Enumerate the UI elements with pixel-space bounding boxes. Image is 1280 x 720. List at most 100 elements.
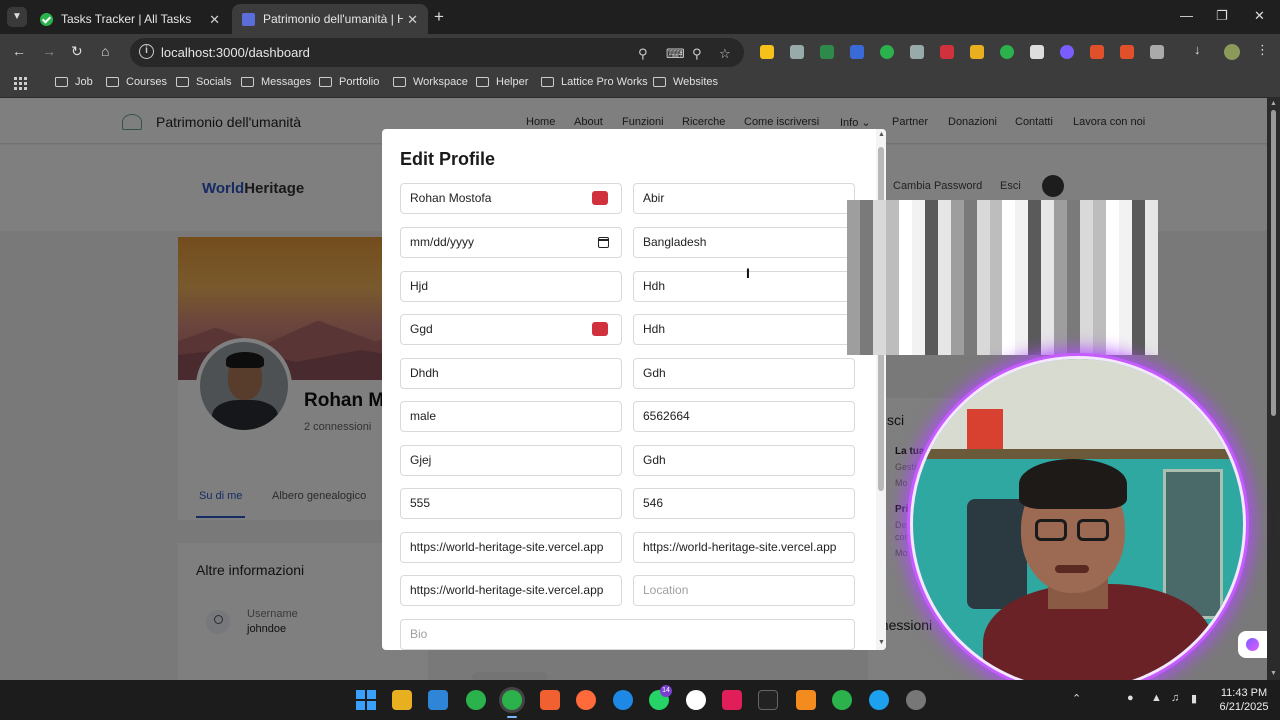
calendar-icon[interactable] [598, 237, 609, 248]
chrome-active-icon[interactable] [502, 690, 522, 710]
bookmark-workspace[interactable]: Workspace [393, 76, 468, 88]
download-icon[interactable]: ↓ [1194, 42, 1208, 57]
forward-icon[interactable]: → [42, 43, 56, 59]
country-input[interactable]: Bangladesh [633, 227, 855, 258]
minimize-icon[interactable]: — [1180, 8, 1193, 23]
birthdate-input[interactable]: mm/dd/yyyy [400, 227, 622, 258]
back-icon[interactable]: ← [12, 43, 26, 59]
translate-icon[interactable]: ⌨ [666, 46, 685, 62]
gender-input[interactable]: male [400, 401, 622, 432]
vscode-icon[interactable] [428, 690, 448, 710]
xampp-icon[interactable] [796, 690, 816, 710]
bookmark-courses[interactable]: Courses [106, 76, 167, 88]
assistant-float-button[interactable] [1238, 631, 1267, 658]
field-right-8[interactable]: 546 [633, 488, 855, 519]
window-close-icon[interactable]: ✕ [1254, 8, 1265, 24]
extension-notes-icon[interactable] [760, 45, 774, 59]
extension-vue-icon[interactable] [820, 45, 834, 59]
bookmark-helper[interactable]: Helper [476, 76, 528, 88]
scrollbar-thumb[interactable] [1271, 110, 1276, 416]
url-text[interactable]: localhost:3000/dashboard [161, 45, 310, 60]
location-input[interactable]: Location [633, 575, 855, 606]
postman-icon[interactable] [576, 690, 596, 710]
key-icon[interactable]: ⚲ [638, 46, 648, 62]
slack-icon[interactable] [722, 690, 742, 710]
mosaic-cell [1132, 342, 1146, 355]
site-info-icon[interactable]: i [139, 44, 154, 59]
volume-icon[interactable]: ♫ [1171, 692, 1179, 704]
extensions-puzzle-icon[interactable] [1150, 45, 1164, 59]
close-tab-icon[interactable]: ✕ [407, 12, 418, 28]
file-explorer-icon[interactable] [392, 690, 412, 710]
taskbar-clock[interactable]: 11:43 PM 6/21/2025 [1212, 686, 1276, 714]
bookmark-messages[interactable]: Messages [241, 76, 311, 88]
extension-pen-icon[interactable] [970, 45, 984, 59]
extension-purple-icon[interactable] [1060, 45, 1074, 59]
reload-icon[interactable]: ↻ [71, 43, 83, 60]
scroll-down-icon[interactable]: ▼ [1270, 670, 1277, 677]
field-right-7[interactable]: Gdh [633, 445, 855, 476]
tab-patrimonio[interactable]: Patrimonio dell'umanità | Herita ✕ [232, 4, 428, 34]
extension-fire-icon[interactable] [1090, 45, 1104, 59]
field-right-4[interactable]: Hdh [633, 314, 855, 345]
last-name-input[interactable]: Abir [633, 183, 855, 214]
field-left-7[interactable]: Gjej [400, 445, 622, 476]
scroll-up-icon[interactable]: ▲ [1270, 100, 1277, 107]
bio-textarea[interactable]: Bio [400, 619, 855, 650]
tab-tasks-tracker[interactable]: Tasks Tracker | All Tasks ✕ [30, 4, 230, 34]
phone-input[interactable]: 6562664 [633, 401, 855, 432]
extension-x-icon[interactable] [1030, 45, 1044, 59]
wifi-icon[interactable]: ▲ [1151, 692, 1162, 704]
field-right-3[interactable]: Hdh [633, 271, 855, 302]
field-left-5[interactable]: Dhdh [400, 358, 622, 389]
menu-dots-icon[interactable]: ⋮ [1256, 42, 1270, 57]
bookmark-star-icon[interactable]: ☆ [719, 46, 731, 62]
home-icon[interactable]: ⌂ [101, 43, 109, 59]
chrome-profile-icon[interactable] [832, 690, 852, 710]
extension-grammarly-icon[interactable] [880, 45, 894, 59]
brave-icon[interactable] [540, 690, 560, 710]
bookmark-socials[interactable]: Socials [176, 76, 231, 88]
page-scrollbar[interactable]: ▲ ▼ [1267, 98, 1280, 680]
extension-camera-icon[interactable] [790, 45, 804, 59]
tab-search-icon[interactable]: ▼ [7, 7, 27, 27]
bookmark-lattice[interactable]: Lattice Pro Works [541, 76, 648, 88]
first-name-input[interactable]: Rohan Mostofa [400, 183, 622, 214]
field-left-8[interactable]: 555 [400, 488, 622, 519]
password-manager-icon[interactable] [592, 183, 608, 205]
extension-circle-icon[interactable] [1000, 45, 1014, 59]
scroll-up-icon[interactable]: ▲ [878, 131, 885, 138]
microphone-icon[interactable]: ● [1127, 692, 1134, 704]
profile-avatar-icon[interactable] [1224, 44, 1240, 60]
tray-chevron-icon[interactable]: ⌃ [1072, 692, 1081, 705]
apps-grid-icon[interactable] [14, 77, 27, 90]
extension-s-icon[interactable] [850, 45, 864, 59]
chrome-profile2-icon[interactable] [869, 690, 889, 710]
scroll-down-icon[interactable]: ▼ [878, 639, 885, 646]
extension-v-icon[interactable] [910, 45, 924, 59]
extension-red-icon[interactable] [940, 45, 954, 59]
settings-icon[interactable] [906, 690, 926, 710]
url-input-3[interactable]: https://world-heritage-site.vercel.app [400, 575, 622, 606]
bookmark-websites[interactable]: Websites [653, 76, 718, 88]
field-right-5[interactable]: Gdh [633, 358, 855, 389]
terminal-icon[interactable] [758, 690, 778, 710]
chrome-icon[interactable] [466, 690, 486, 710]
new-tab-icon[interactable]: + [434, 7, 444, 27]
skype-icon[interactable] [613, 690, 633, 710]
zoom-icon[interactable]: ⚲ [692, 46, 702, 62]
battery-icon[interactable]: ▮ [1191, 692, 1197, 705]
bookmark-job[interactable]: Job [55, 76, 93, 88]
close-tab-icon[interactable]: ✕ [209, 12, 220, 28]
password-manager-icon[interactable] [592, 314, 608, 336]
windows-start-icon[interactable] [356, 690, 376, 710]
url-input-1[interactable]: https://world-heritage-site.vercel.app [400, 532, 622, 563]
extension-orange-icon[interactable] [1120, 45, 1134, 59]
address-bar[interactable]: i localhost:3000/dashboard ⚲ ⌨ ⚲ ☆ [130, 38, 744, 67]
app-icon[interactable] [686, 690, 706, 710]
field-left-4[interactable]: Ggd [400, 314, 622, 345]
maximize-icon[interactable]: ❐ [1216, 8, 1228, 24]
field-left-3[interactable]: Hjd [400, 271, 622, 302]
bookmark-portfolio[interactable]: Portfolio [319, 76, 379, 88]
url-input-2[interactable]: https://world-heritage-site.vercel.app [633, 532, 855, 563]
